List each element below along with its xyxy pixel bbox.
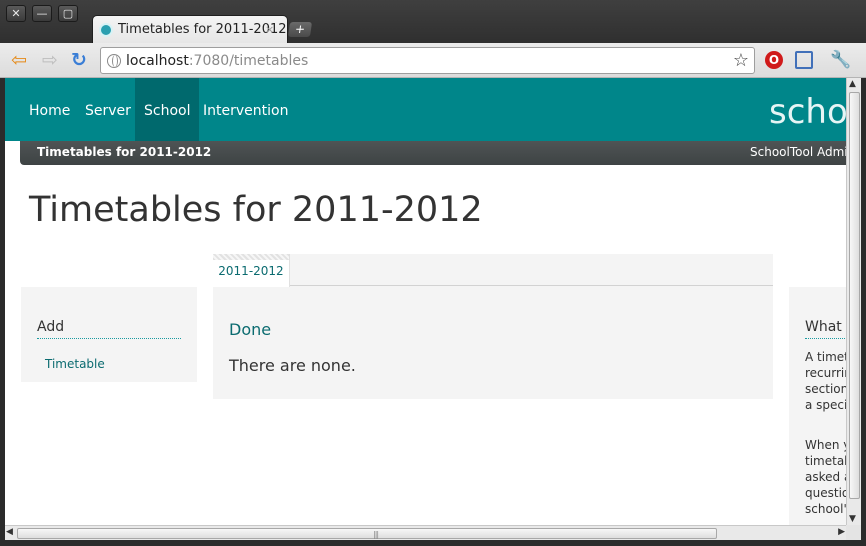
- url-host: localhost: [126, 53, 189, 69]
- add-heading: Add: [37, 319, 181, 339]
- add-timetable-link[interactable]: Timetable: [45, 357, 105, 371]
- done-heading: Done: [229, 320, 272, 339]
- timetables-panel: 2011-2012 Done There are none.: [213, 254, 773, 399]
- url-text[interactable]: localhost:7080/timetables: [126, 53, 308, 69]
- scroll-grip-icon: |||: [373, 530, 379, 539]
- forward-arrow-icon[interactable]: ⇨: [42, 49, 58, 71]
- tab-2011-2012[interactable]: 2011-2012: [213, 254, 290, 287]
- globe-icon: [107, 54, 121, 68]
- empty-message: There are none.: [229, 356, 356, 375]
- nav-item-server[interactable]: Server: [76, 78, 140, 141]
- new-tab-button[interactable]: +: [287, 22, 313, 37]
- favicon-icon: [99, 23, 113, 37]
- address-bar[interactable]: localhost:7080/timetables ☆: [100, 47, 755, 74]
- site-navbar: Home Server School Intervention schoo: [5, 78, 846, 141]
- horizontal-scrollbar[interactable]: ◀ ||| ▶: [5, 525, 846, 540]
- scroll-up-icon[interactable]: ▲: [849, 79, 856, 89]
- help-heading: What is: [805, 319, 846, 339]
- year-tabbar: 2011-2012: [213, 254, 773, 287]
- scroll-down-icon[interactable]: ▼: [849, 514, 856, 524]
- scroll-left-icon[interactable]: ◀: [6, 527, 13, 537]
- add-sidebar: Add Timetable: [21, 287, 197, 382]
- window-maximize-button[interactable]: ▢: [58, 5, 78, 22]
- tab-close-icon[interactable]: ×: [265, 23, 274, 36]
- browser-tab[interactable]: Timetables for 2011-2012 ×: [92, 15, 288, 44]
- window-close-button[interactable]: ✕: [6, 5, 26, 22]
- help-paragraph: When you timetable asked a question scho…: [805, 438, 846, 516]
- reload-icon[interactable]: ↻: [71, 49, 87, 71]
- horizontal-scroll-thumb[interactable]: |||: [17, 528, 717, 539]
- vertical-scrollbar[interactable]: ▲ ▼: [846, 78, 861, 525]
- nav-item-school[interactable]: School: [135, 78, 200, 141]
- url-path: :7080/timetables: [188, 53, 309, 69]
- opera-icon[interactable]: O: [765, 51, 783, 69]
- bookmark-star-icon[interactable]: ☆: [733, 50, 749, 71]
- window-minimize-button[interactable]: —: [32, 5, 52, 22]
- help-paragraph: A timetable recurring section during a s…: [805, 350, 846, 412]
- window-titlebar: ✕ — ▢ Timetables for 2011-2012 × +: [0, 0, 866, 44]
- wrench-icon[interactable]: 🔧: [830, 51, 851, 69]
- fullscreen-icon[interactable]: [795, 51, 813, 69]
- tab-title: Timetables for 2011-2012: [118, 22, 287, 37]
- nav-item-intervention[interactable]: Intervention: [194, 78, 297, 141]
- user-menu[interactable]: SchoolTool Admini: [750, 145, 846, 159]
- vertical-scroll-thumb[interactable]: [849, 92, 860, 499]
- brand-logo-text: schoo: [769, 92, 846, 132]
- page-title: Timetables for 2011-2012: [29, 190, 483, 230]
- breadcrumb: Timetables for 2011-2012: [37, 145, 212, 159]
- scrollbar-corner: [846, 525, 861, 540]
- scroll-right-icon[interactable]: ▶: [838, 527, 845, 537]
- browser-toolbar: ⇦ ⇨ ↻ localhost:7080/timetables ☆ O 🔧: [0, 43, 866, 78]
- breadcrumb-bar: Timetables for 2011-2012 SchoolTool Admi…: [20, 141, 846, 165]
- page-viewport: Home Server School Intervention schoo Ti…: [5, 78, 846, 525]
- nav-item-home[interactable]: Home: [20, 78, 79, 141]
- back-arrow-icon[interactable]: ⇦: [11, 49, 27, 71]
- help-sidebar: What is A timetable recurring section du…: [789, 287, 846, 525]
